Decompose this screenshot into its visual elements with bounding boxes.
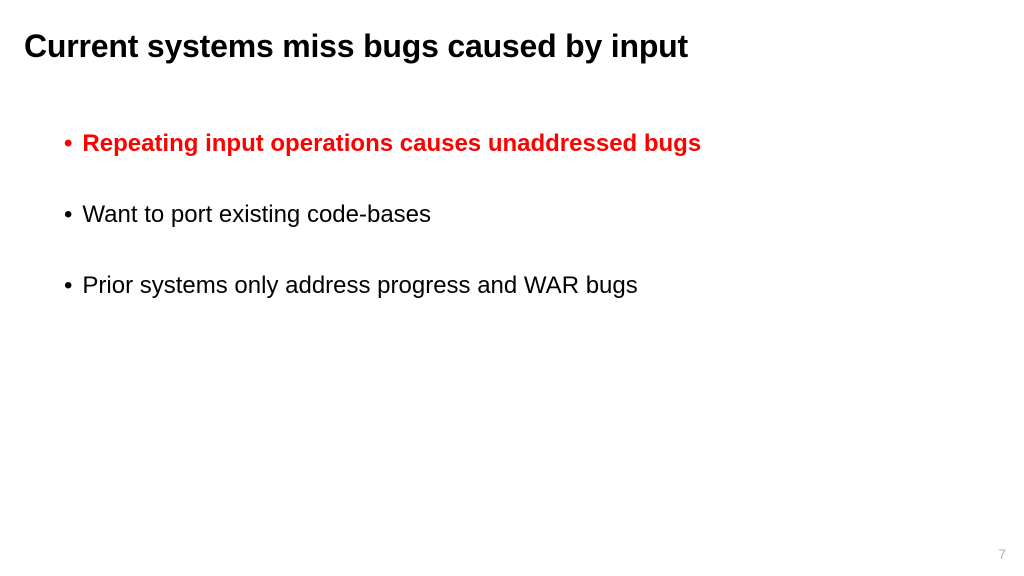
bullet-item: • Prior systems only address progress an… xyxy=(64,270,984,301)
bullet-item: • Want to port existing code-bases xyxy=(64,199,984,230)
bullet-item: • Repeating input operations causes unad… xyxy=(64,128,984,159)
bullet-text: Repeating input operations causes unaddr… xyxy=(82,128,701,159)
slide-title: Current systems miss bugs caused by inpu… xyxy=(24,28,688,65)
bullet-marker-icon: • xyxy=(64,270,72,301)
bullet-marker-icon: • xyxy=(64,199,72,230)
bullet-text: Want to port existing code-bases xyxy=(82,199,431,230)
bullet-list: • Repeating input operations causes unad… xyxy=(64,128,984,342)
page-number: 7 xyxy=(998,546,1006,562)
bullet-text: Prior systems only address progress and … xyxy=(82,270,637,301)
bullet-marker-icon: • xyxy=(64,128,72,159)
